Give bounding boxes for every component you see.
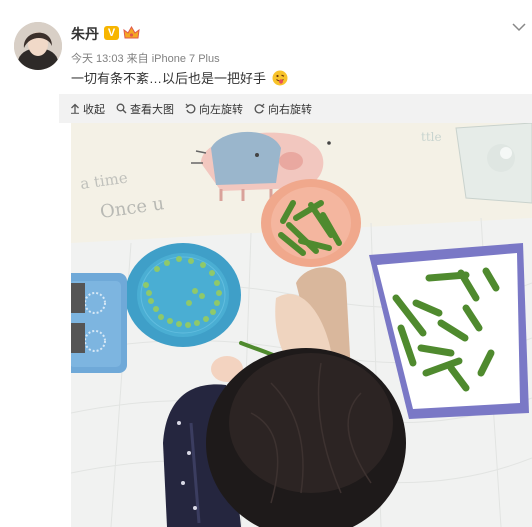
avatar[interactable] (14, 22, 62, 70)
rotate-right-label: 向右旋转 (268, 103, 312, 116)
image-toolbar: 收起 查看大图 向左旋转 向右旋转 (59, 94, 532, 123)
post-photo[interactable]: Once u a time ttle (71, 123, 532, 527)
post-time[interactable]: 今天 13:03 (71, 53, 124, 65)
blue-plate (125, 243, 241, 347)
verified-badge: V (104, 26, 119, 40)
view-large-button[interactable]: 查看大图 (116, 101, 174, 117)
post-source: 来自 iPhone 7 Plus (126, 53, 220, 65)
rotate-left-icon (185, 103, 196, 114)
post-text: 一切有条不紊…以后也是一把好手 (71, 68, 288, 87)
tongue-face-emoji-icon (272, 70, 288, 86)
collapse-button[interactable]: 收起 (70, 101, 105, 117)
rotate-right-button[interactable]: 向右旋转 (254, 101, 312, 117)
rotate-left-button[interactable]: 向左旋转 (185, 101, 243, 117)
search-icon (116, 103, 127, 114)
orange-bowl (261, 179, 361, 267)
chevron-down-icon[interactable] (512, 22, 526, 32)
post-text-content: 一切有条不紊…以后也是一把好手 (71, 71, 267, 86)
post-meta: 今天 13:03 来自 iPhone 7 Plus (71, 50, 220, 66)
rotate-left-label: 向左旋转 (199, 103, 243, 116)
rotate-right-icon (254, 103, 265, 114)
crown-icon (123, 26, 140, 39)
author-name[interactable]: 朱丹 (71, 24, 99, 44)
view-large-label: 查看大图 (130, 103, 174, 116)
blue-square-plate (71, 273, 127, 373)
collapse-label: 收起 (83, 103, 105, 116)
svg-text:ttle: ttle (421, 130, 442, 144)
collapse-icon (71, 103, 79, 114)
